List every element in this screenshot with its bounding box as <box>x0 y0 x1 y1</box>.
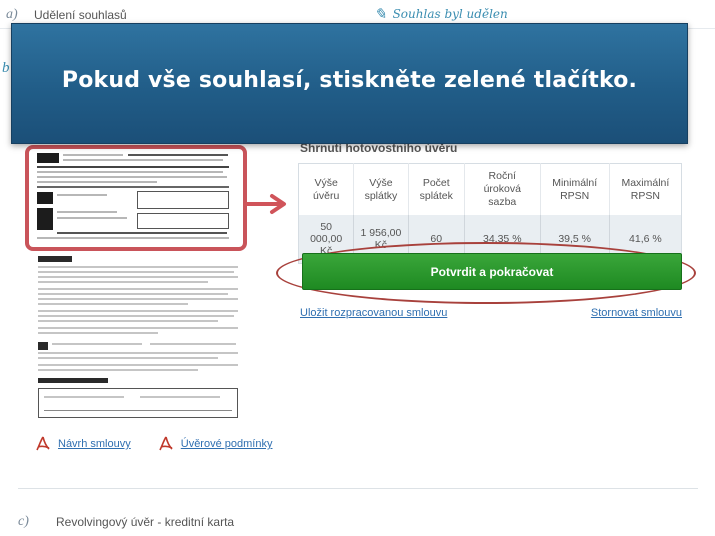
step-c-label: Revolvingový úvěr - kreditní karta <box>56 515 235 529</box>
arrow-icon <box>244 194 286 214</box>
contract-preview-top <box>33 151 237 243</box>
contract-draft-link[interactable]: Návrh smlouvy <box>36 436 131 452</box>
column-header: Výše splátky <box>353 163 409 215</box>
leaf-icon: ✎ <box>374 5 387 23</box>
column-header: Počet splátek <box>407 163 465 215</box>
pdf-icon <box>159 436 173 451</box>
step-a-letter: a) <box>6 7 18 22</box>
save-draft-link[interactable]: Uložit rozpracovanou smlouvu <box>300 307 447 319</box>
column-header: Výše úvěru <box>298 163 354 215</box>
cancel-contract-link[interactable]: Stornovat smlouvu <box>591 307 682 319</box>
column-header: Maximální RPSN <box>608 163 682 215</box>
loan-terms-label: Úvěrové podmínky <box>180 438 273 450</box>
consent-status: ✎ Souhlas byl udělen <box>374 4 508 24</box>
column-header: Roční úroková sazba <box>463 163 541 215</box>
step-b-letter: b <box>2 60 10 76</box>
table-header-row: Výše úvěru Výše splátky Počet splátek Ro… <box>298 163 682 215</box>
step-a-label: Udělení souhlasů <box>34 8 127 22</box>
loan-terms-link[interactable]: Úvěrové podmínky <box>159 436 273 452</box>
instruction-banner: Pokud vše souhlasí, stiskněte zelené tla… <box>11 23 688 144</box>
consent-status-text: Souhlas byl udělen <box>392 7 508 21</box>
step-c-letter: c) <box>18 514 29 529</box>
instruction-text: Pokud vše souhlasí, stiskněte zelené tla… <box>61 68 638 93</box>
pdf-icon <box>36 436 50 451</box>
confirm-continue-button[interactable]: Potvrdit a pokračovat <box>302 253 682 290</box>
step-c-row[interactable]: c) Revolvingový úvěr - kreditní karta <box>0 510 715 534</box>
column-header: Minimální RPSN <box>539 163 610 215</box>
divider <box>18 488 698 489</box>
document-links: Návrh smlouvy Úvěrové podmínky <box>36 435 272 453</box>
contract-draft-label: Návrh smlouvy <box>58 438 131 450</box>
